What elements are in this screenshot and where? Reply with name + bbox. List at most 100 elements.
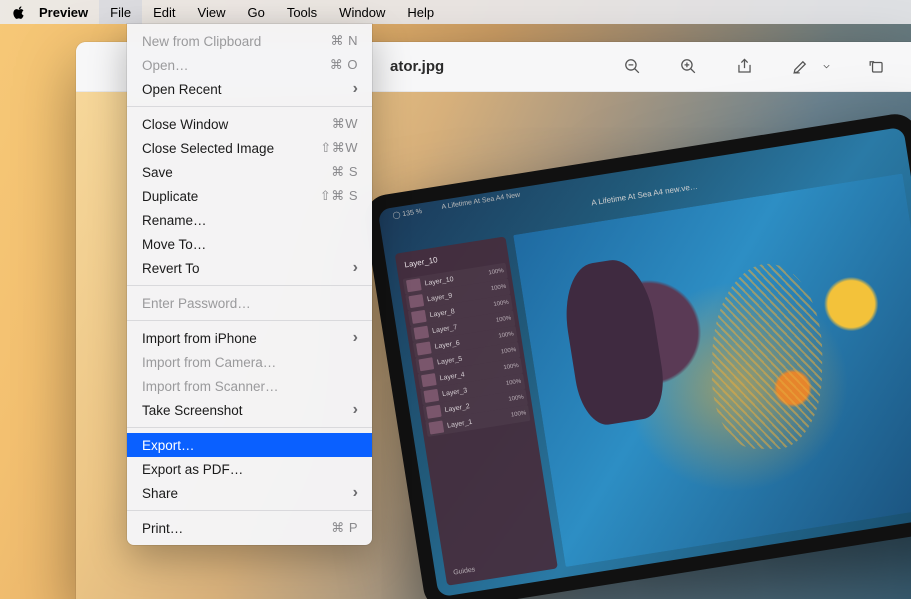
markup-dropdown-chevron-icon[interactable]: [819, 54, 833, 80]
app-name-menu[interactable]: Preview: [28, 0, 99, 24]
tablet-device: ◯ 135 % A Lifetime At Sea A4 New A Lifet…: [362, 111, 911, 599]
guides-label: Guides: [449, 552, 553, 579]
layer-opacity: 100%: [503, 363, 519, 371]
menu-item-label: Close Window: [142, 117, 228, 132]
layer-opacity: 100%: [493, 300, 509, 308]
menu-item-duplicate[interactable]: Duplicate ⇧⌘ S: [127, 184, 372, 208]
layer-thumb: [424, 389, 440, 403]
layer-thumb: [429, 420, 445, 434]
menu-item-label: Open…: [142, 58, 189, 73]
submenu-chevron-icon: ›: [353, 401, 358, 419]
menu-help[interactable]: Help: [396, 0, 445, 24]
menu-item-import-from-iphone[interactable]: Import from iPhone ›: [127, 326, 372, 350]
menu-item-close-selected-image[interactable]: Close Selected Image ⇧⌘W: [127, 136, 372, 160]
share-button[interactable]: [731, 54, 757, 80]
layer-thumb: [416, 341, 432, 355]
menu-item-save[interactable]: Save ⌘ S: [127, 160, 372, 184]
layer-opacity: 100%: [488, 268, 504, 276]
menu-item-shortcut: ⌘ N: [331, 33, 359, 49]
submenu-chevron-icon: ›: [353, 80, 358, 98]
menu-item-shortcut: ⌘ O: [330, 57, 358, 73]
menu-item-label: Duplicate: [142, 189, 198, 204]
menu-item-label: Take Screenshot: [142, 403, 243, 418]
artwork-canvas: [513, 173, 911, 566]
layer-thumb: [421, 373, 437, 387]
zoom-out-button[interactable]: [619, 54, 645, 80]
menu-view[interactable]: View: [187, 0, 237, 24]
submenu-chevron-icon: ›: [353, 259, 358, 277]
menu-item-shortcut: ⌘ P: [331, 520, 358, 536]
menu-item-new-from-clipboard: New from Clipboard ⌘ N: [127, 29, 372, 53]
layer-thumb: [406, 278, 422, 292]
document-title: ator.jpg: [390, 58, 444, 75]
layer-thumb: [411, 310, 427, 324]
menu-item-shortcut: ⇧⌘W: [320, 140, 358, 156]
layer-opacity: 100%: [508, 395, 524, 403]
menu-separator: [127, 510, 372, 511]
menu-item-move-to[interactable]: Move To…: [127, 232, 372, 256]
layer-opacity: 100%: [511, 410, 527, 418]
layer-name: Layer_1: [447, 413, 508, 429]
layer-thumb: [408, 294, 424, 308]
menu-item-revert-to[interactable]: Revert To ›: [127, 256, 372, 280]
markup-button[interactable]: [787, 54, 813, 80]
submenu-chevron-icon: ›: [353, 329, 358, 347]
menu-item-label: New from Clipboard: [142, 34, 261, 49]
menu-separator: [127, 106, 372, 107]
menu-item-label: Import from Scanner…: [142, 379, 279, 394]
menu-item-close-window[interactable]: Close Window ⌘W: [127, 112, 372, 136]
menu-item-export-as-pdf[interactable]: Export as PDF…: [127, 457, 372, 481]
layer-opacity: 100%: [491, 284, 507, 292]
menu-item-label: Export…: [142, 438, 195, 453]
layer-thumb: [413, 326, 429, 340]
menu-separator: [127, 320, 372, 321]
menu-bar: Preview File Edit View Go Tools Window H…: [0, 0, 911, 24]
menu-item-label: Enter Password…: [142, 296, 251, 311]
submenu-chevron-icon: ›: [353, 484, 358, 502]
menu-item-label: Open Recent: [142, 82, 222, 97]
menu-separator: [127, 427, 372, 428]
tablet-screen: ◯ 135 % A Lifetime At Sea A4 New A Lifet…: [378, 127, 911, 597]
menu-item-label: Move To…: [142, 237, 206, 252]
layer-opacity: 100%: [501, 347, 517, 355]
menu-item-shortcut: ⌘W: [332, 116, 358, 132]
apple-menu-icon[interactable]: [10, 6, 28, 19]
menu-item-share[interactable]: Share ›: [127, 481, 372, 505]
menu-item-print[interactable]: Print… ⌘ P: [127, 516, 372, 540]
menu-window[interactable]: Window: [328, 0, 396, 24]
layer-thumb: [426, 405, 442, 419]
menu-item-take-screenshot[interactable]: Take Screenshot ›: [127, 398, 372, 422]
menu-item-import-from-camera: Import from Camera…: [127, 350, 372, 374]
menu-item-open-recent[interactable]: Open Recent ›: [127, 77, 372, 101]
rotate-button[interactable]: [863, 54, 889, 80]
menu-file[interactable]: File: [99, 0, 142, 24]
menu-item-rename[interactable]: Rename…: [127, 208, 372, 232]
menu-item-export[interactable]: Export…: [127, 433, 372, 457]
desktop: Preview File Edit View Go Tools Window H…: [0, 0, 911, 599]
menu-go[interactable]: Go: [236, 0, 275, 24]
menu-item-import-from-scanner: Import from Scanner…: [127, 374, 372, 398]
menu-item-label: Rename…: [142, 213, 207, 228]
menu-item-label: Save: [142, 165, 173, 180]
layer-thumb: [418, 357, 434, 371]
layer-opacity: 100%: [498, 331, 514, 339]
menu-item-label: Close Selected Image: [142, 141, 274, 156]
file-menu-dropdown: New from Clipboard ⌘ N Open… ⌘ O Open Recent…: [127, 24, 372, 545]
toolbar: [619, 54, 889, 80]
menu-item-label: Print…: [142, 521, 183, 536]
menu-separator: [127, 285, 372, 286]
menu-item-shortcut: ⇧⌘ S: [320, 188, 358, 204]
layer-opacity: 100%: [506, 379, 522, 387]
menu-edit[interactable]: Edit: [142, 0, 186, 24]
menu-item-label: Revert To: [142, 261, 200, 276]
layer-opacity: 100%: [496, 315, 512, 323]
menu-item-open: Open… ⌘ O: [127, 53, 372, 77]
tablet-zoom-label: ◯ 135 %: [392, 207, 424, 227]
menu-item-shortcut: ⌘ S: [331, 164, 358, 180]
menu-item-label: Import from iPhone: [142, 331, 257, 346]
menu-item-label: Share: [142, 486, 178, 501]
menu-item-enter-password: Enter Password…: [127, 291, 372, 315]
menu-item-label: Export as PDF…: [142, 462, 243, 477]
zoom-in-button[interactable]: [675, 54, 701, 80]
menu-tools[interactable]: Tools: [276, 0, 328, 24]
